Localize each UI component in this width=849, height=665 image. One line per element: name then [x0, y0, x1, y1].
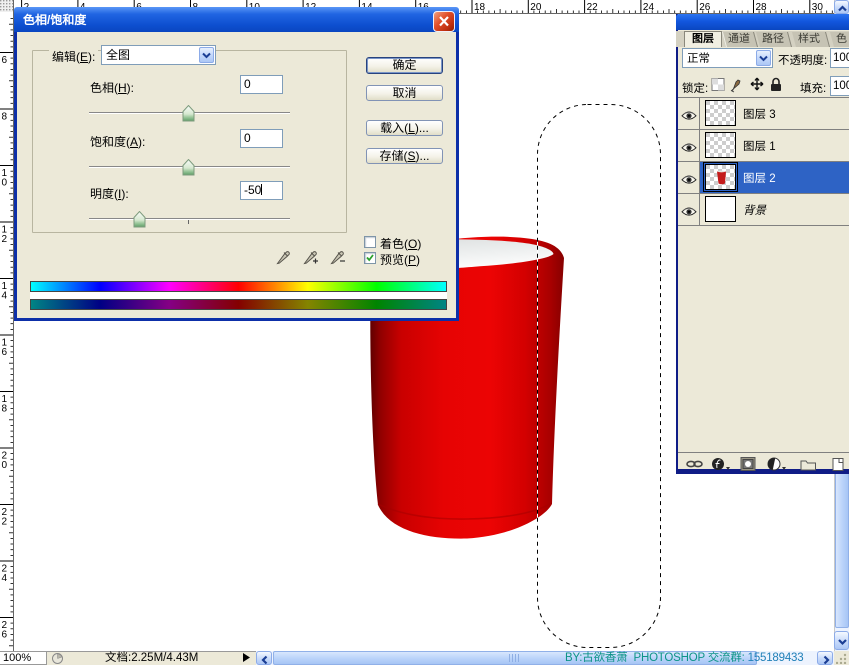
svg-text:26: 26 — [699, 2, 711, 13]
svg-text:30: 30 — [812, 2, 824, 13]
svg-text:20: 20 — [530, 2, 542, 13]
svg-text:8: 8 — [2, 404, 8, 415]
svg-text:8: 8 — [2, 112, 8, 123]
svg-text:0: 0 — [2, 178, 8, 189]
svg-text:6: 6 — [2, 55, 8, 66]
svg-text:2: 2 — [2, 234, 8, 245]
svg-text:4: 4 — [2, 573, 8, 584]
svg-text:2: 2 — [2, 517, 8, 528]
svg-text:4: 4 — [2, 291, 8, 302]
svg-text:24: 24 — [643, 2, 655, 13]
svg-text:18: 18 — [474, 2, 486, 13]
svg-text:28: 28 — [756, 2, 768, 13]
svg-text:6: 6 — [2, 347, 8, 358]
svg-text:0: 0 — [2, 460, 8, 471]
svg-text:6: 6 — [2, 630, 8, 641]
svg-text:22: 22 — [587, 2, 599, 13]
